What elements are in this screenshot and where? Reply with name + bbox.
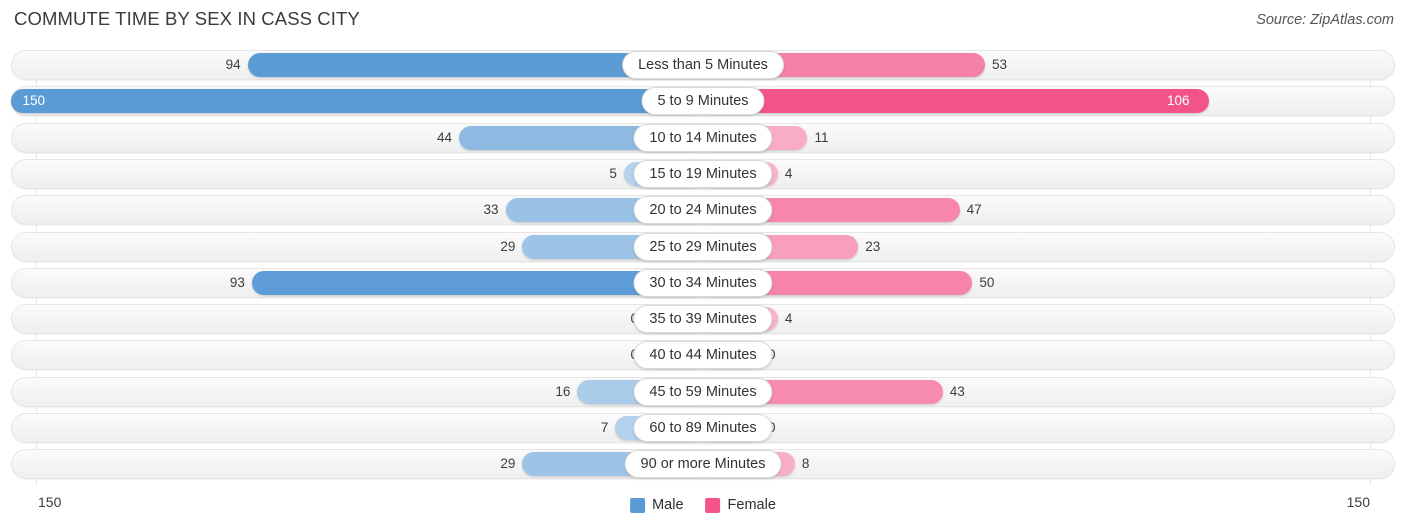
bar-male[interactable] <box>11 89 703 114</box>
axis-label-left: 150 <box>38 494 62 510</box>
bar-value-female: 43 <box>949 383 965 399</box>
bar-row: 33 47 20 to 24 Minutes <box>11 195 1395 226</box>
bar-value-female: 4 <box>784 165 793 181</box>
bar-value-female: 4 <box>784 311 793 327</box>
bar-value-female: 53 <box>992 57 1008 72</box>
source-attribution: Source: ZipAtlas.com <box>1256 12 1394 28</box>
bar-row: 44 11 10 to 14 Minutes <box>11 122 1395 153</box>
page-title: COMMUTE TIME BY SEX IN CASS CITY <box>14 8 360 29</box>
legend: Male Female <box>630 497 776 513</box>
bar-row: 94 53 Less than 5 Minutes <box>11 50 1395 80</box>
bar-row: 16 43 45 to 59 Minutes <box>11 376 1395 407</box>
bar-row: 0435 to 39 Minutes <box>11 304 1395 335</box>
bar-row: 150 106 5 to 9 Minutes <box>11 86 1395 117</box>
legend-item[interactable]: Male <box>630 497 684 513</box>
category-label: 60 to 89 Minutes <box>633 414 773 442</box>
legend-item[interactable]: Female <box>705 497 776 513</box>
bar-value-male: 93 <box>229 274 245 290</box>
legend-label: Male <box>652 497 684 513</box>
bar-value-male: 33 <box>483 202 499 218</box>
bar-value-male: 44 <box>437 129 453 145</box>
bar-value-male: 5 <box>609 165 617 181</box>
bar-value-male: 94 <box>225 57 241 72</box>
bar-value-male: 16 <box>555 383 571 399</box>
category-label: 5 to 9 Minutes <box>641 87 765 116</box>
bar-value-male: 29 <box>500 238 516 254</box>
category-label: 10 to 14 Minutes <box>633 123 773 152</box>
bar-row: 7060 to 89 Minutes <box>11 413 1395 443</box>
axis-label-right: 150 <box>1346 494 1370 510</box>
category-label: 45 to 59 Minutes <box>633 377 773 406</box>
bar-value-female: 47 <box>966 202 982 218</box>
bar-row: 29 8 90 or more Minutes <box>11 449 1395 480</box>
chart-container: COMMUTE TIME BY SEX IN CASS CITY Source:… <box>0 0 1406 523</box>
bar-row: 29 23 25 to 29 Minutes <box>11 231 1395 262</box>
bar-row: 5 4 15 to 19 Minutes <box>11 158 1395 189</box>
bar-value-male: 7 <box>600 420 609 435</box>
bar-value-male: 29 <box>500 456 516 472</box>
bar-value-female: 50 <box>979 274 995 290</box>
legend-swatch <box>705 497 721 513</box>
category-label: Less than 5 Minutes <box>622 51 784 79</box>
bar-row: 0040 to 44 Minutes <box>11 340 1395 371</box>
category-label: 35 to 39 Minutes <box>633 305 773 334</box>
bar-value-male: 150 <box>22 93 45 109</box>
bar-female[interactable] <box>703 89 1210 114</box>
legend-swatch <box>630 497 646 513</box>
bar-row: 93 50 30 to 34 Minutes <box>11 267 1395 298</box>
category-label: 25 to 29 Minutes <box>633 232 773 261</box>
bar-value-female: 8 <box>801 456 810 472</box>
category-label: 40 to 44 Minutes <box>633 341 773 370</box>
legend-label: Female <box>727 497 776 513</box>
category-label: 90 or more Minutes <box>624 450 782 479</box>
category-label: 15 to 19 Minutes <box>633 159 773 188</box>
plot-area: 94 53 Less than 5 Minutes 150 106 5 to 9 Minu… <box>0 50 1406 485</box>
category-label: 30 to 34 Minutes <box>633 268 773 297</box>
bar-value-female: 106 <box>1167 93 1190 109</box>
bar-value-female: 11 <box>814 129 829 145</box>
category-label: 20 to 24 Minutes <box>633 196 773 225</box>
bar-value-female: 23 <box>865 238 881 254</box>
